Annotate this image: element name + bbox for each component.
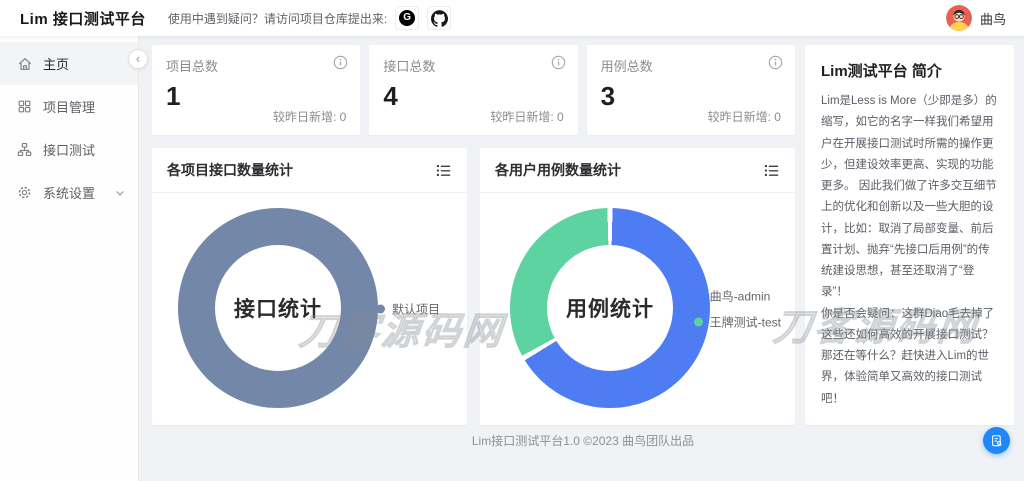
stats-row: 项目总数 1 较昨日新增: 0 接口总数 4 较昨日新增: 0 用例总数 3 较…	[152, 45, 795, 135]
stat-card-cases: 用例总数 3 较昨日新增: 0	[586, 45, 795, 135]
sidebar-item-2[interactable]: 接口测试	[0, 128, 138, 171]
chart-title: 各用户用例数量统计	[495, 162, 621, 178]
stat-label: 接口总数	[383, 59, 436, 74]
stat-card-projects: 项目总数 1 较昨日新增: 0	[152, 45, 361, 135]
sidebar-menu: 主页项目管理接口测试系统设置	[0, 42, 138, 214]
gitee-icon: G	[399, 10, 416, 26]
docs-float-button[interactable]	[983, 427, 1010, 454]
home-icon	[17, 56, 33, 72]
intro-title: Lim测试平台 简介	[821, 63, 942, 80]
donut-chart-api: 接口统计 默认项目	[152, 193, 467, 424]
stat-card-apis: 接口总数 4 较昨日新增: 0	[369, 45, 578, 135]
sidebar-item-label: 项目管理	[43, 100, 96, 115]
gear-icon	[17, 185, 33, 201]
stat-delta: 较昨日新增: 0	[707, 110, 781, 124]
github-button[interactable]	[427, 6, 452, 30]
intro-paragraph-1: Lim是Less is More（少即是多）的缩写，如它的名字一样我们希望用户在…	[821, 95, 997, 299]
sidebar-item-label: 接口测试	[43, 143, 96, 158]
user-case-chart-card: 各用户用例数量统计 用例统计 曲鸟-admin 王牌测试-test	[480, 148, 795, 425]
user-avatar	[945, 5, 972, 31]
app-title: Lim 接口测试平台	[20, 10, 146, 28]
stat-delta: 较昨日新增: 0	[490, 110, 564, 124]
sidebar-item-0[interactable]: 主页	[0, 42, 138, 85]
intro-panel: Lim测试平台 简介 Lim是Less is More（少即是多）的缩写，如它的…	[805, 45, 1014, 425]
charts-row: 各项目接口数量统计 接口统计 默认项目 各用户用例数量统计 用例统计 曲鸟-ad…	[152, 148, 795, 425]
intro-paragraph-2: 你是否会疑问：这群Diao毛去掉了这些还如何高效的开展接口测试？	[821, 307, 995, 341]
stat-delta: 较昨日新增: 0	[272, 110, 347, 124]
project-api-chart-card: 各项目接口数量统计 接口统计 默认项目	[152, 148, 467, 425]
legend-label: 曲鸟-admin	[709, 289, 771, 303]
top-header: Lim 接口测试平台 使用中遇到疑问？请访问项目仓库提出来: G 曲鸟	[0, 0, 1024, 36]
right-column: Lim测试平台 简介 Lim是Less is More（少即是多）的缩写，如它的…	[805, 45, 1014, 425]
donut-center-label: 接口统计	[234, 298, 322, 321]
legend-label: 默认项目	[391, 302, 440, 316]
legend-label: 王牌测试-test	[709, 315, 781, 329]
sidebar: 主页项目管理接口测试系统设置 ‹	[0, 36, 148, 481]
stat-label: 用例总数	[600, 59, 653, 74]
chart-legend: 默认项目	[375, 300, 440, 317]
sidebar-collapse-button[interactable]: ‹	[128, 49, 148, 69]
user-menu[interactable]: 曲鸟	[945, 5, 1006, 31]
info-icon[interactable]	[768, 55, 783, 70]
list-toggle-icon[interactable]	[435, 162, 452, 179]
sidebar-item-label: 主页	[43, 57, 70, 72]
stat-label: 项目总数	[166, 59, 219, 74]
list-toggle-icon[interactable]	[763, 162, 780, 179]
sidebar-item-label: 系统设置	[43, 186, 96, 201]
projects-icon	[17, 99, 33, 115]
donut-center-label: 用例统计	[566, 298, 654, 321]
info-icon[interactable]	[551, 55, 566, 70]
footer-copyright: Lim接口测试平台1.0 ©2023 曲鸟团队出品	[471, 434, 695, 448]
donut-chart-cases: 用例统计 曲鸟-admin 王牌测试-test	[480, 193, 795, 424]
legend-item[interactable]: 默认项目	[375, 300, 440, 317]
username-label: 曲鸟	[979, 11, 1006, 27]
api-test-icon	[17, 142, 33, 158]
dashboard-page: Lim 接口测试平台 使用中遇到疑问？请访问项目仓库提出来: G 曲鸟 主页 项…	[0, 0, 1024, 481]
document-search-icon	[990, 434, 1004, 448]
sidebar-item-1[interactable]: 项目管理	[0, 85, 138, 128]
chart-title: 各项目接口数量统计	[167, 162, 293, 178]
left-column: 项目总数 1 较昨日新增: 0 接口总数 4 较昨日新增: 0 用例总数 3 较…	[152, 45, 795, 425]
intro-paragraph-3: 那还在等什么？赶快进入Lim的世界，体验简单又高效的接口测试吧！	[821, 350, 990, 405]
repo-helper-text: 使用中遇到疑问？请访问项目仓库提出来:	[167, 11, 388, 26]
info-icon[interactable]	[333, 55, 348, 70]
main-content: 项目总数 1 较昨日新增: 0 接口总数 4 较昨日新增: 0 用例总数 3 较…	[139, 36, 1024, 481]
github-icon	[430, 9, 448, 27]
gitee-button[interactable]: G	[395, 6, 420, 30]
sidebar-item-3[interactable]: 系统设置	[0, 171, 138, 214]
